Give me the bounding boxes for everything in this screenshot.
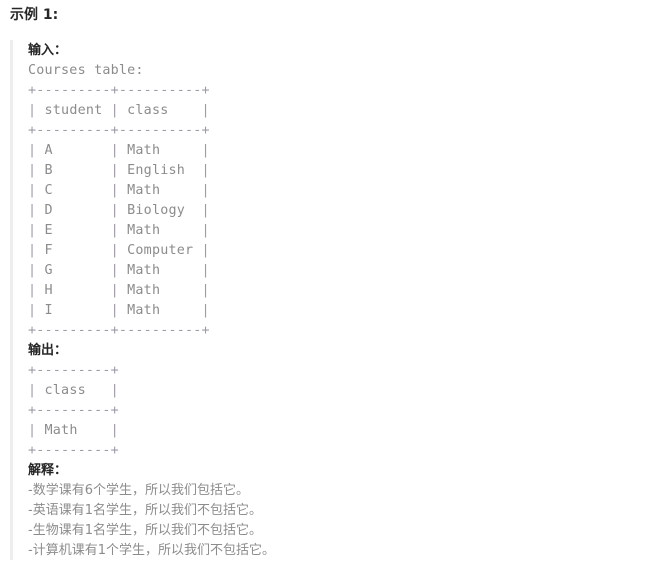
table-header-cell: class [118, 103, 202, 118]
example-block: 输入： Courses table: +---------+----------… [10, 40, 630, 560]
table-cell: A [36, 143, 111, 158]
table-border-pipe: | [110, 203, 119, 218]
input-label: 输入： [28, 43, 68, 58]
table-border-pipe: | [201, 203, 210, 218]
input-table-row: | D | Biology | [28, 201, 630, 221]
table-border-pipe: | [201, 263, 210, 278]
input-table-bottom-border: +---------+----------+ [28, 323, 210, 338]
input-table: +---------+----------+ | student | class … [28, 81, 630, 341]
table-cell: G [36, 263, 111, 278]
table-cell: I [36, 303, 111, 318]
table-cell: Math [118, 223, 202, 238]
table-border-pipe: | [201, 103, 210, 118]
table-cell: Math [118, 183, 202, 198]
table-border-pipe: | [110, 383, 119, 398]
input-table-row: | C | Math | [28, 181, 630, 201]
output-table-row: | Math | [28, 421, 630, 441]
output-table-bottom-border: +---------+ [28, 443, 119, 458]
table-border-pipe: | [201, 223, 210, 238]
table-cell: B [36, 163, 111, 178]
output-table-header-row: | class | [28, 381, 630, 401]
explanation-label: 解释： [28, 463, 68, 478]
table-cell: Biology [118, 203, 202, 218]
explanation-lines: -数学课有6个学生，所以我们包括它。 -英语课有1名学生，所以我们不包括它。 -生物… [28, 481, 630, 561]
explanation-line: -数学课有6个学生，所以我们包括它。 [28, 483, 249, 498]
table-border-pipe: | [110, 303, 119, 318]
table-border-pipe: | [201, 163, 210, 178]
table-cell: Math [118, 143, 202, 158]
table-border-pipe: | [110, 183, 119, 198]
table-cell: Math [118, 283, 202, 298]
table-border-pipe: | [201, 303, 210, 318]
input-table-header-border: +---------+----------+ [28, 123, 210, 138]
table-cell: F [36, 243, 111, 258]
output-table: +---------+ | class | +---------+ | Math | +… [28, 361, 630, 461]
table-header-cell: class [36, 383, 111, 398]
table-cell: Math [118, 303, 202, 318]
example-heading: 示例 1: [10, 7, 59, 23]
table-border-pipe: | [110, 263, 119, 278]
table-cell: E [36, 223, 111, 238]
input-caption: Courses table: [28, 63, 144, 78]
input-table-top-border: +---------+----------+ [28, 83, 210, 98]
table-border-pipe: | [110, 223, 119, 238]
table-border-pipe: | [110, 143, 119, 158]
table-cell: English [118, 163, 202, 178]
input-table-row: | A | Math | [28, 141, 630, 161]
table-cell: H [36, 283, 111, 298]
table-border-pipe: | [110, 103, 119, 118]
table-border-pipe: | [110, 163, 119, 178]
table-header-cell: student [36, 103, 111, 118]
output-table-top-border: +---------+ [28, 363, 119, 378]
table-cell: Computer [118, 243, 202, 258]
input-table-row: | B | English | [28, 161, 630, 181]
explanation-line: -英语课有1名学生，所以我们不包括它。 [28, 503, 262, 518]
table-cell: Math [36, 423, 111, 438]
input-table-row: | I | Math | [28, 301, 630, 321]
input-table-header-row: | student | class | [28, 101, 630, 121]
table-border-pipe: | [201, 183, 210, 198]
table-cell: D [36, 203, 111, 218]
table-border-pipe: | [201, 143, 210, 158]
output-table-header-border: +---------+ [28, 403, 119, 418]
table-border-pipe: | [110, 423, 119, 438]
input-table-row: | H | Math | [28, 281, 630, 301]
table-cell: C [36, 183, 111, 198]
table-border-pipe: | [110, 283, 119, 298]
input-table-row: | E | Math | [28, 221, 630, 241]
explanation-line: -计算机课有1个学生，所以我们不包括它。 [28, 543, 275, 558]
input-table-row: | G | Math | [28, 261, 630, 281]
table-cell: Math [118, 263, 202, 278]
output-label: 输出： [28, 343, 68, 358]
table-border-pipe: | [110, 243, 119, 258]
table-border-pipe: | [201, 243, 210, 258]
input-table-row: | F | Computer | [28, 241, 630, 261]
table-border-pipe: | [201, 283, 210, 298]
explanation-line: -生物课有1名学生，所以我们不包括它。 [28, 523, 262, 538]
